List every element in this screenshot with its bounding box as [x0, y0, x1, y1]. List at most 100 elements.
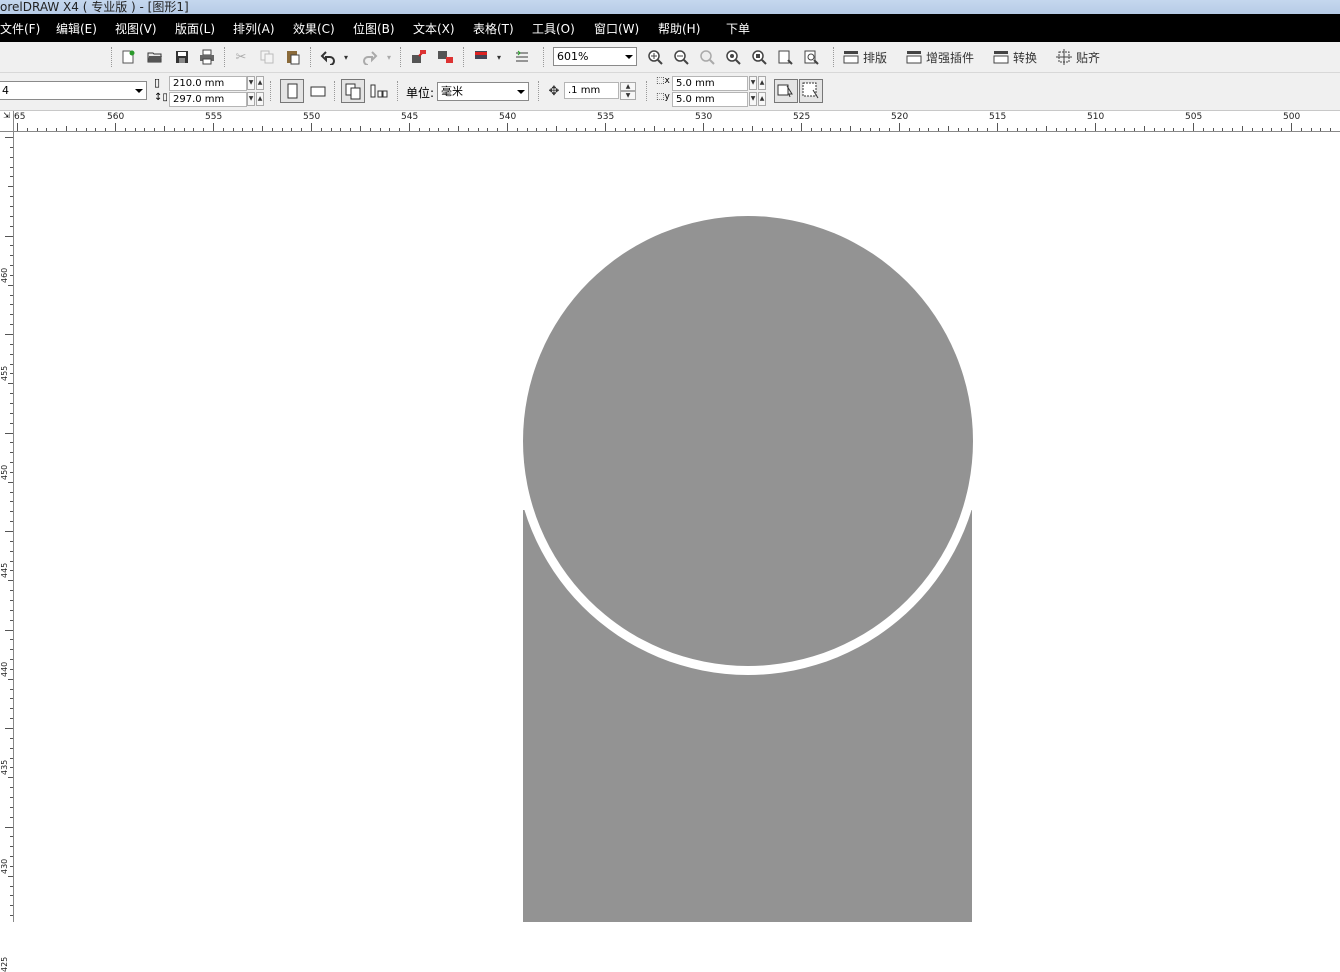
ruler-tick	[8, 678, 13, 680]
page-width-field[interactable]: 210.0 mm	[169, 76, 247, 91]
ruler-tick	[10, 274, 13, 276]
menu-edit[interactable]: 编辑(E)	[56, 20, 97, 37]
zoom-page-width-icon[interactable]	[775, 47, 795, 67]
ruler-tick	[820, 128, 822, 131]
ruler-tick-label: 450	[0, 464, 9, 480]
ruler-tick	[428, 128, 430, 131]
welcome-screen-icon[interactable]	[511, 47, 533, 67]
new-document-icon[interactable]	[118, 47, 138, 67]
undo-icon[interactable]	[318, 47, 340, 67]
ruler-tick	[1281, 128, 1283, 131]
ruler-tick	[1271, 128, 1273, 131]
page-width-up-button[interactable]: ▲	[256, 76, 264, 90]
nudge-up-button[interactable]: ▲	[620, 82, 636, 91]
menu-effects[interactable]: 效果(C)	[293, 20, 335, 37]
menu-tools[interactable]: 工具(O)	[532, 20, 575, 37]
duplicate-y-up-button[interactable]: ▲	[758, 92, 766, 106]
enhance-plugin-button[interactable]: 增强插件	[906, 47, 986, 67]
menu-text[interactable]: 文本(X)	[413, 20, 455, 37]
export-icon[interactable]	[435, 47, 457, 67]
ruler-tick	[1320, 128, 1322, 131]
zoom-in-icon[interactable]	[645, 47, 665, 67]
nudge-distance-field[interactable]: .1 mm	[564, 82, 619, 99]
zoom-all-objects-icon[interactable]	[723, 47, 743, 67]
menu-arrange[interactable]: 排列(A)	[233, 20, 275, 37]
duplicate-x-field[interactable]: 5.0 mm	[672, 76, 748, 91]
zoom-selected-icon[interactable]	[697, 47, 717, 67]
nudge-distance-icon: ✥	[548, 83, 560, 99]
duplicate-x-down-button[interactable]: ▼	[749, 76, 757, 90]
layout-plugin-button[interactable]: 排版	[843, 47, 895, 67]
watermark-brand-text-2: du	[1118, 802, 1186, 856]
ruler-tick	[124, 128, 126, 131]
portrait-button[interactable]	[280, 79, 304, 103]
ruler-tick	[8, 777, 13, 779]
ruler-tick	[66, 126, 67, 131]
launcher-dropdown-icon[interactable]: ▾	[494, 47, 504, 67]
duplicate-y-field[interactable]: 5.0 mm	[672, 92, 748, 107]
redo-icon[interactable]	[358, 47, 380, 67]
menu-bitmaps[interactable]: 位图(B)	[353, 20, 395, 37]
page-height-down-button[interactable]: ▼	[247, 92, 255, 106]
ruler-tick	[330, 128, 332, 131]
menu-view[interactable]: 视图(V)	[115, 20, 157, 37]
page-height-up-button[interactable]: ▲	[256, 92, 264, 106]
horizontal-ruler[interactable]: 65 560 555 550 545 540 535 530 525 520 5…	[0, 111, 1340, 132]
zoom-page-height-icon[interactable]	[801, 47, 821, 67]
vertical-ruler[interactable]: 460 455 450 445 440 435 430 425	[0, 131, 14, 972]
ruler-tick	[859, 128, 861, 131]
print-icon[interactable]	[197, 47, 217, 67]
ruler-tick	[1065, 128, 1067, 131]
open-folder-icon[interactable]	[145, 47, 165, 67]
import-icon[interactable]	[408, 47, 430, 67]
layout-plugin-label: 排版	[863, 50, 888, 65]
ruler-tick	[320, 128, 322, 131]
menu-table[interactable]: 表格(T)	[473, 20, 514, 37]
page-width-down-button[interactable]: ▼	[247, 76, 255, 90]
all-pages-button[interactable]	[341, 79, 365, 103]
landscape-button[interactable]	[308, 81, 328, 101]
property-bar: 4 ▯ 210.0 mm ▼ ▲ ↕▯ 297.0 mm ▼ ▲ 单位: 毫米 …	[0, 73, 1340, 111]
convert-button[interactable]: 转换	[993, 47, 1045, 67]
menu-order[interactable]: 下单	[726, 20, 750, 37]
menu-help[interactable]: 帮助(H)	[658, 20, 700, 37]
toolbar-separator	[334, 81, 335, 101]
treat-as-filled-button[interactable]	[774, 79, 798, 103]
application-launcher-icon[interactable]	[470, 47, 492, 67]
ruler-tick	[10, 895, 13, 897]
menu-window[interactable]: 窗口(W)	[594, 20, 639, 37]
zoom-level-combo[interactable]: 601%	[553, 47, 637, 66]
gray-circle-shape[interactable]	[523, 216, 973, 666]
draw-object-properties-button[interactable]	[799, 79, 823, 103]
ruler-origin-corner[interactable]: ⇲	[0, 111, 14, 132]
duplicate-x-up-button[interactable]: ▲	[758, 76, 766, 90]
nudge-down-button[interactable]: ▼	[620, 91, 636, 100]
ruler-tick	[10, 856, 13, 858]
redo-dropdown-icon[interactable]: ▾	[384, 47, 394, 67]
menu-layout[interactable]: 版面(L)	[175, 20, 215, 37]
paper-size-combo[interactable]: 4	[0, 81, 147, 100]
undo-dropdown-icon[interactable]: ▾	[341, 47, 351, 67]
current-page-button[interactable]	[368, 81, 390, 101]
ruler-tick	[311, 123, 312, 131]
paste-icon[interactable]	[283, 47, 303, 67]
ruler-tick	[10, 540, 13, 542]
ruler-tick	[585, 128, 587, 131]
unit-combo[interactable]: 毫米	[437, 82, 529, 101]
ruler-tick	[144, 128, 146, 131]
zoom-out-icon[interactable]	[671, 47, 691, 67]
snap-button[interactable]: 贴齐	[1056, 47, 1110, 67]
zoom-page-icon[interactable]	[749, 47, 769, 67]
cut-icon[interactable]: ✂	[231, 47, 251, 67]
page-height-value: 297.0 mm	[173, 94, 225, 105]
copy-icon[interactable]	[257, 47, 277, 67]
ruler-tick	[1202, 128, 1204, 131]
save-icon[interactable]	[172, 47, 192, 67]
ruler-tick	[10, 176, 13, 178]
ruler-tick	[987, 128, 989, 131]
ruler-tick	[967, 128, 969, 131]
duplicate-y-down-button[interactable]: ▼	[749, 92, 757, 106]
ruler-tick	[10, 521, 13, 523]
page-height-field[interactable]: 297.0 mm	[169, 92, 247, 107]
menu-file[interactable]: 文件(F)	[0, 20, 40, 37]
